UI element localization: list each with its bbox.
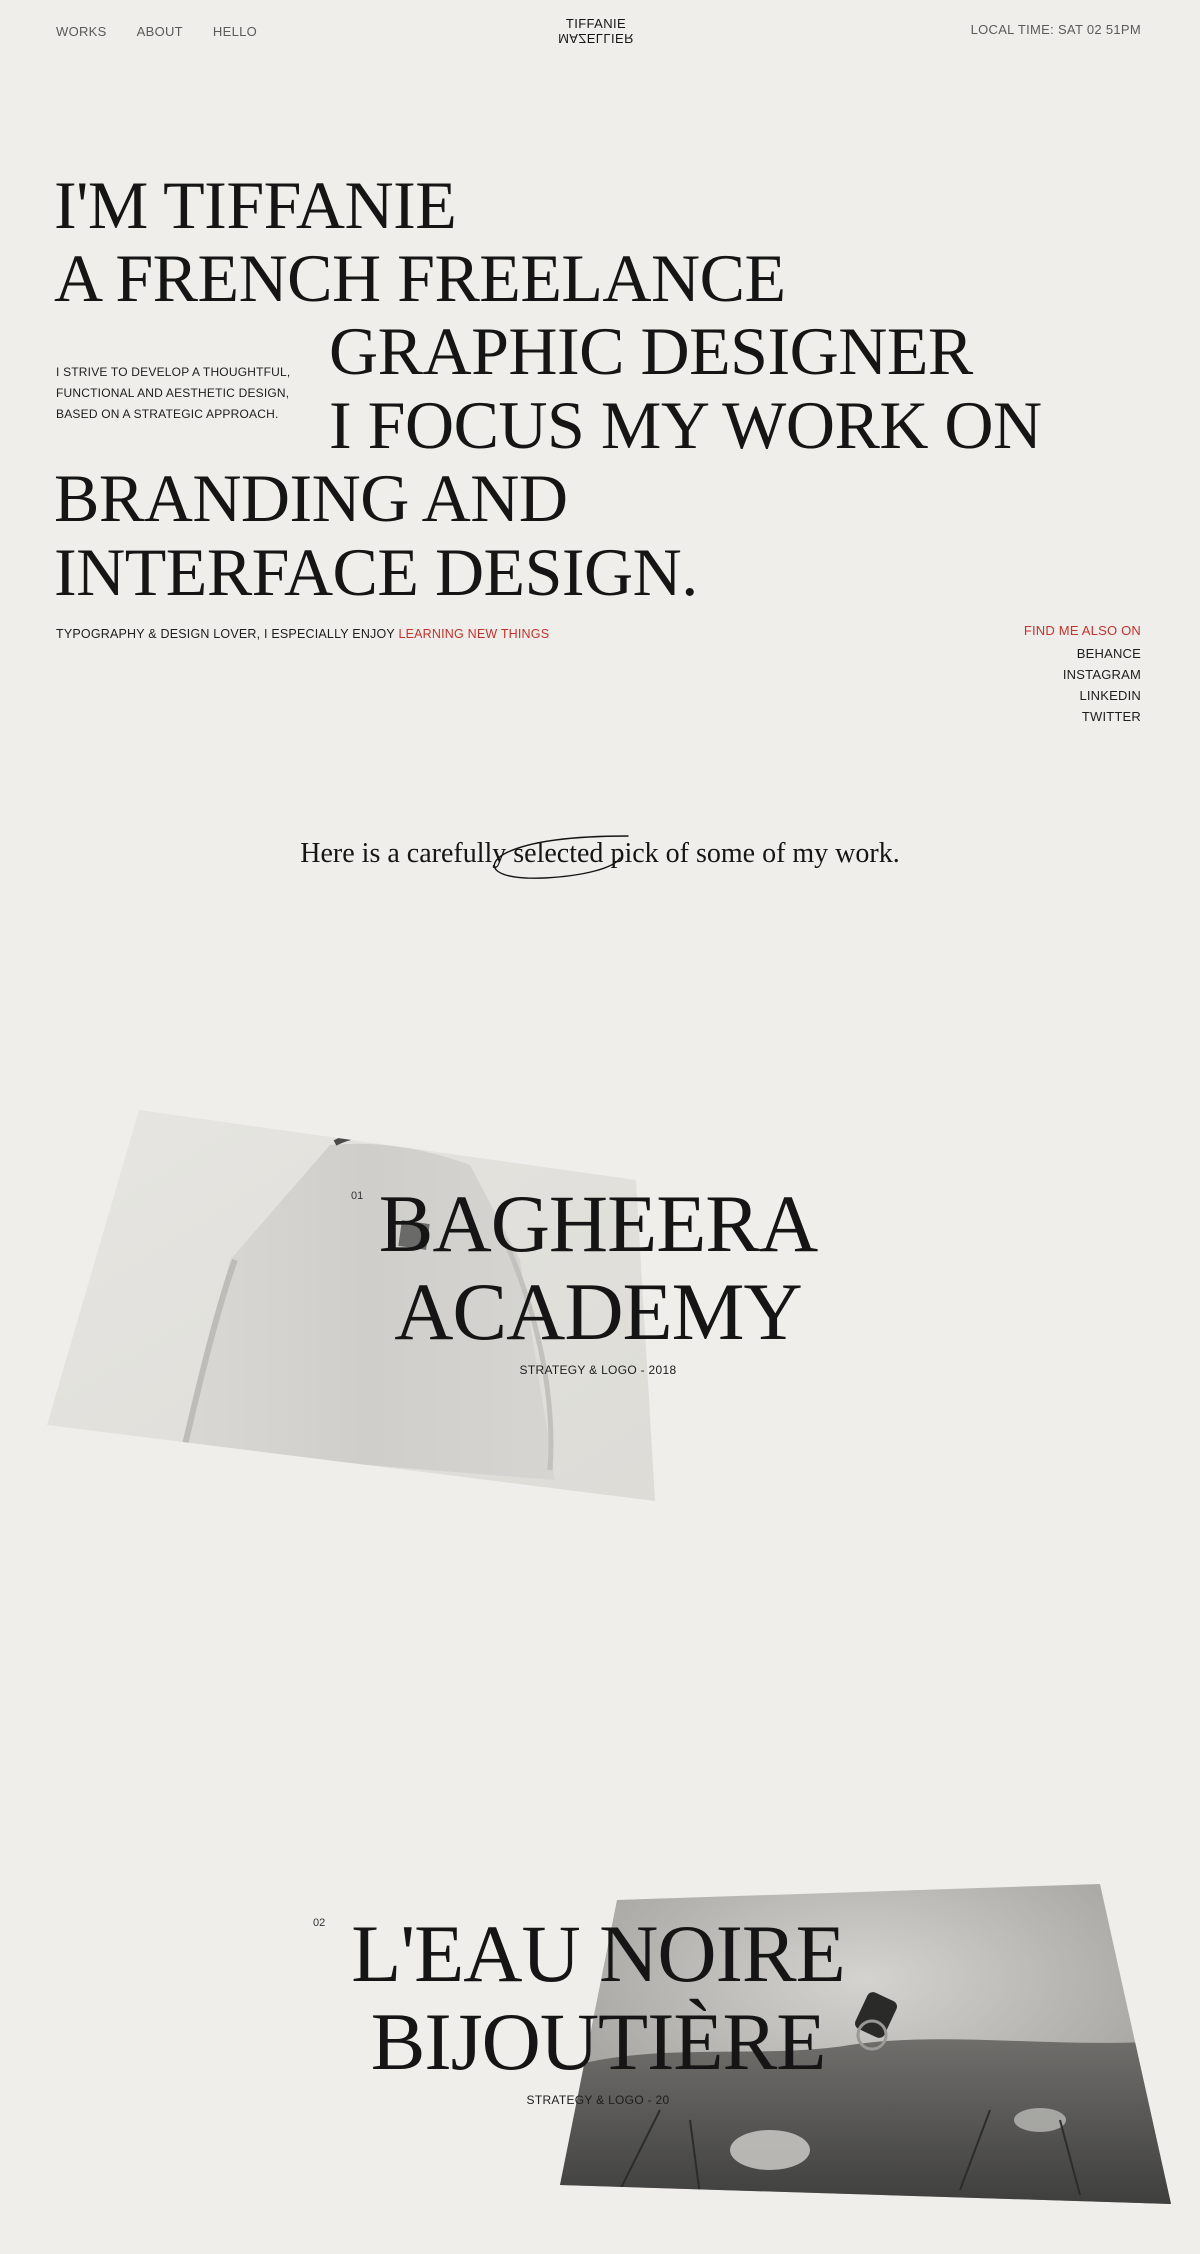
intro-text: I STRIVE TO DEVELOP A THOUGHTFUL, FUNCTI…	[56, 362, 316, 425]
hero-line-5: BRANDING AND	[54, 460, 568, 536]
hero-line-2: A FRENCH FREELANCE	[54, 240, 786, 316]
project-2-title[interactable]: L'EAU NOIRE BIJOUTIÈRE	[0, 1910, 1196, 2086]
project-2-subtitle: STRATEGY & LOGO - 20	[526, 2093, 670, 2107]
social-links: FIND ME ALSO ON BEHANCE INSTAGRAM LINKED…	[1024, 620, 1141, 727]
project-2-title-line-2: BIJOUTIÈRE	[370, 1996, 827, 2087]
logo-bottom-mirrored-text: MAZELLIER	[558, 31, 634, 46]
project-1-title-line-1: BAGHEERA	[378, 1178, 818, 1269]
hand-drawn-circle-decoration	[493, 835, 629, 879]
instagram-link[interactable]: INSTAGRAM	[1024, 664, 1141, 685]
hero-line-1: I'M TIFFANIE	[54, 167, 457, 243]
hero-line-6: INTERFACE DESIGN.	[54, 534, 698, 610]
pick-text-after: pick of some of my work.	[603, 838, 900, 869]
tagline: TYPOGRAPHY & DESIGN LOVER, I ESPECIALLY …	[56, 627, 549, 641]
behance-link[interactable]: BEHANCE	[1024, 643, 1141, 664]
tagline-text: TYPOGRAPHY & DESIGN LOVER, I ESPECIALLY …	[56, 627, 395, 641]
project-1-subtitle: STRATEGY & LOGO - 2018	[519, 1363, 677, 1377]
twitter-link[interactable]: TWITTER	[1024, 706, 1141, 727]
project-2-title-line-1: L'EAU NOIRE	[351, 1908, 845, 1999]
social-title: FIND ME ALSO ON	[1023, 623, 1141, 638]
project-1-title-line-2: ACADEMY	[394, 1266, 803, 1357]
hero-line-4: I FOCUS MY WORK ON	[329, 387, 1042, 463]
pick-text-before: Here is a carefully	[300, 838, 514, 869]
intro-line-2: FUNCTIONAL AND AESTHETIC DESIGN,	[56, 386, 290, 400]
intro-line-3: BASED ON A STRATEGIC APPROACH.	[56, 407, 279, 421]
hero-line-3: GRAPHIC DESIGNER	[329, 313, 973, 389]
project-1-title[interactable]: BAGHEERA ACADEMY	[0, 1180, 1196, 1356]
learning-link[interactable]: LEARNING NEW THINGS	[398, 627, 549, 641]
linkedin-link[interactable]: LINKEDIN	[1024, 685, 1141, 706]
local-time: LOCAL TIME: SAT 02 51PM	[970, 22, 1141, 37]
intro-line-1: I STRIVE TO DEVELOP A THOUGHTFUL,	[56, 365, 291, 379]
